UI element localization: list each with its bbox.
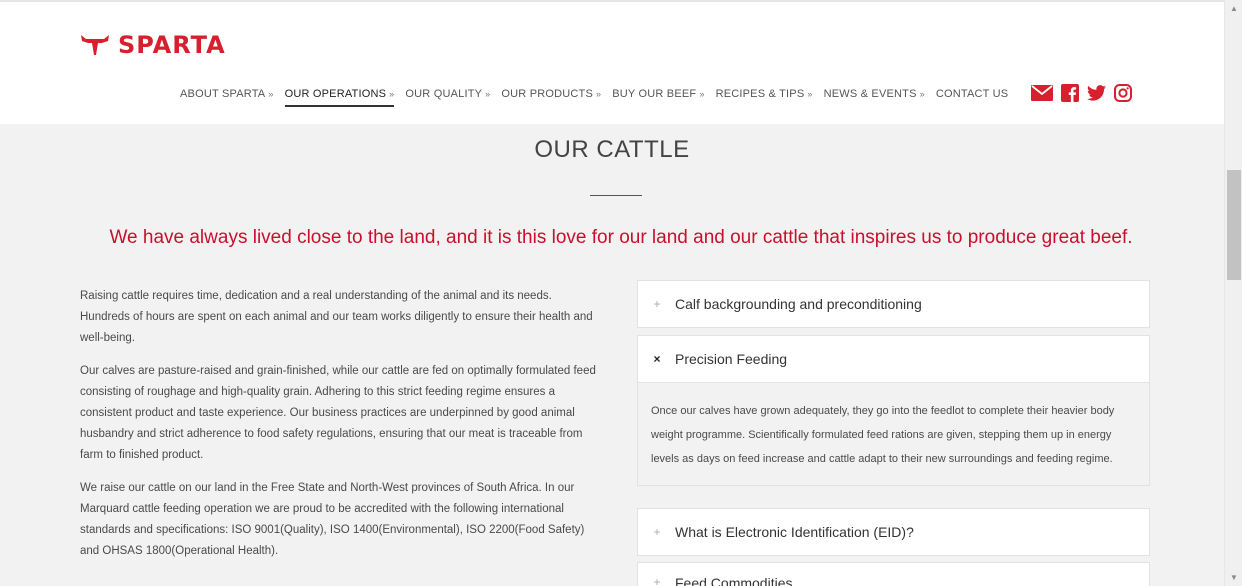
accordion-label: Precision Feeding [675, 351, 788, 367]
scroll-down-arrow-icon[interactable]: ▼ [1225, 569, 1242, 586]
plus-icon: + [653, 525, 661, 539]
scroll-up-arrow-icon[interactable]: ▲ [1225, 0, 1242, 17]
accordion-label: What is Electronic Identification (EID)? [675, 524, 914, 540]
chevron-down-icon: » [919, 88, 925, 99]
nav-our-quality[interactable]: OUR QUALITY» [405, 88, 490, 103]
scrollbar-thumb[interactable] [1227, 170, 1241, 280]
site-header: SPARTA ABOUT SPARTA» OUR OPERATIONS» OUR… [0, 0, 1224, 124]
accordion-item-eid[interactable]: + What is Electronic Identification (EID… [637, 508, 1150, 556]
nav-label: RECIPES & TIPS [715, 87, 805, 100]
nav-recipes-tips[interactable]: RECIPES & TIPS» [716, 88, 813, 103]
accordion-item-precision-feeding[interactable]: × Precision Feeding Once our calves have… [637, 335, 1150, 486]
nav-label: OUR PRODUCTS [501, 87, 594, 100]
close-icon: × [653, 352, 661, 366]
chevron-down-icon: » [485, 88, 491, 99]
plus-icon: + [653, 297, 661, 311]
accordion-label: Calf backgrounding and preconditioning [675, 296, 922, 312]
accordion-label: Feed Commodities [675, 575, 793, 586]
twitter-icon[interactable] [1087, 84, 1107, 106]
nav-our-operations[interactable]: OUR OPERATIONS» [284, 87, 395, 107]
page-title: OUR CATTLE [534, 136, 690, 163]
nav-contact-us[interactable]: CONTACT US [936, 88, 1009, 103]
chevron-down-icon: » [699, 88, 705, 99]
social-links [1023, 83, 1133, 107]
accordion-header[interactable]: + Feed Commodities [638, 563, 1149, 586]
chevron-down-icon: » [807, 88, 813, 99]
plus-icon: + [653, 575, 661, 586]
paragraph: Our calves are pasture-raised and grain-… [80, 365, 596, 461]
page-scrollbar[interactable]: ▲ ▼ [1224, 0, 1242, 586]
accordion-item-calf-backgrounding[interactable]: + Calf backgrounding and preconditioning [637, 280, 1150, 328]
title-divider [590, 195, 642, 196]
accordion-panel: Once our calves have grown adequately, t… [638, 382, 1149, 485]
nav-label: OUR QUALITY [405, 87, 483, 100]
nav-about-sparta[interactable]: ABOUT SPARTA» [180, 88, 274, 103]
chevron-down-icon: » [389, 88, 395, 99]
instagram-icon[interactable] [1114, 83, 1133, 107]
nav-label: NEWS & EVENTS [823, 87, 917, 100]
accordion-header[interactable]: + What is Electronic Identification (EID… [638, 509, 1149, 555]
paragraph: Raising cattle requires time, dedication… [80, 290, 593, 344]
nav-label: BUY OUR BEEF [612, 87, 697, 100]
facebook-icon[interactable] [1061, 83, 1080, 107]
nav-label: ABOUT SPARTA [180, 87, 266, 100]
nav-label: OUR OPERATIONS [284, 87, 387, 100]
chevron-down-icon: » [268, 88, 274, 99]
accordion-header[interactable]: + Calf backgrounding and preconditioning [638, 281, 1149, 327]
body-copy: Raising cattle requires time, dedication… [80, 286, 600, 574]
nav-label: CONTACT US [935, 87, 1009, 100]
accordion-item-feed-commodities[interactable]: + Feed Commodities [637, 562, 1150, 586]
tagline: We have always lived close to the land, … [109, 227, 1133, 248]
accordion-header[interactable]: × Precision Feeding [638, 336, 1149, 382]
paragraph: We raise our cattle on our land in the F… [80, 482, 585, 557]
mail-icon[interactable] [1031, 84, 1054, 106]
brand-name: SPARTA [118, 31, 226, 59]
chevron-down-icon: » [596, 88, 602, 99]
nav-news-events[interactable]: NEWS & EVENTS» [824, 88, 925, 103]
nav-buy-our-beef[interactable]: BUY OUR BEEF» [612, 88, 704, 103]
main-nav: ABOUT SPARTA» OUR OPERATIONS» OUR QUALIT… [180, 83, 1133, 107]
logo[interactable]: SPARTA [80, 30, 226, 60]
nav-our-products[interactable]: OUR PRODUCTS» [501, 88, 601, 103]
bull-head-icon [81, 35, 109, 55]
